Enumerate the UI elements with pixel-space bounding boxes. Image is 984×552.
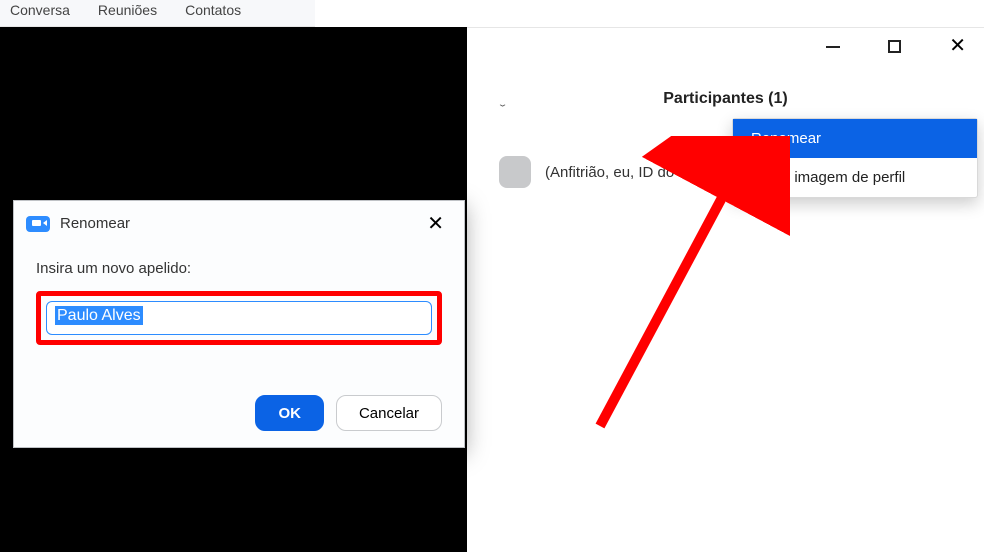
nickname-input[interactable]: Paulo Alves [46, 301, 432, 335]
zoom-icon [26, 216, 50, 232]
dialog-footer: OK Cancelar [255, 395, 442, 431]
annotation-highlight: Paulo Alves [36, 291, 442, 345]
ok-button[interactable]: OK [255, 395, 324, 431]
dialog-prompt: Insira um novo apelido: [36, 260, 442, 277]
dialog-title: Renomear [60, 215, 421, 232]
minimize-icon[interactable] [826, 46, 840, 48]
participants-header: Participantes (1) [467, 90, 984, 108]
rename-dialog: Renomear ✕ Insira um novo apelido: Paulo… [13, 200, 465, 448]
tab-conversa[interactable]: Conversa [10, 0, 70, 18]
window-controls: ✕ [826, 40, 966, 53]
participant-label: (Anfitrião, eu, ID do [545, 164, 674, 181]
dialog-close-icon[interactable]: ✕ [421, 211, 450, 236]
menu-item-edit-profile-image[interactable]: Editar imagem de perfil [733, 158, 977, 197]
participants-panel: ✕ ⌄ Participantes (1) (Anfitrião, eu, ID… [467, 27, 984, 552]
cancel-button[interactable]: Cancelar [336, 395, 442, 431]
main-tabs: Conversa Reuniões Contatos [0, 0, 315, 27]
tab-reunioes[interactable]: Reuniões [98, 0, 157, 18]
dialog-titlebar: Renomear ✕ [14, 201, 464, 244]
tab-contatos[interactable]: Contatos [185, 0, 241, 18]
avatar [499, 156, 531, 188]
maximize-icon[interactable] [888, 40, 901, 53]
participant-row[interactable]: (Anfitrião, eu, ID do [499, 156, 674, 188]
close-icon[interactable]: ✕ [949, 40, 966, 53]
menu-item-rename[interactable]: Renomear [733, 119, 977, 158]
context-menu: Renomear Editar imagem de perfil [732, 118, 978, 198]
